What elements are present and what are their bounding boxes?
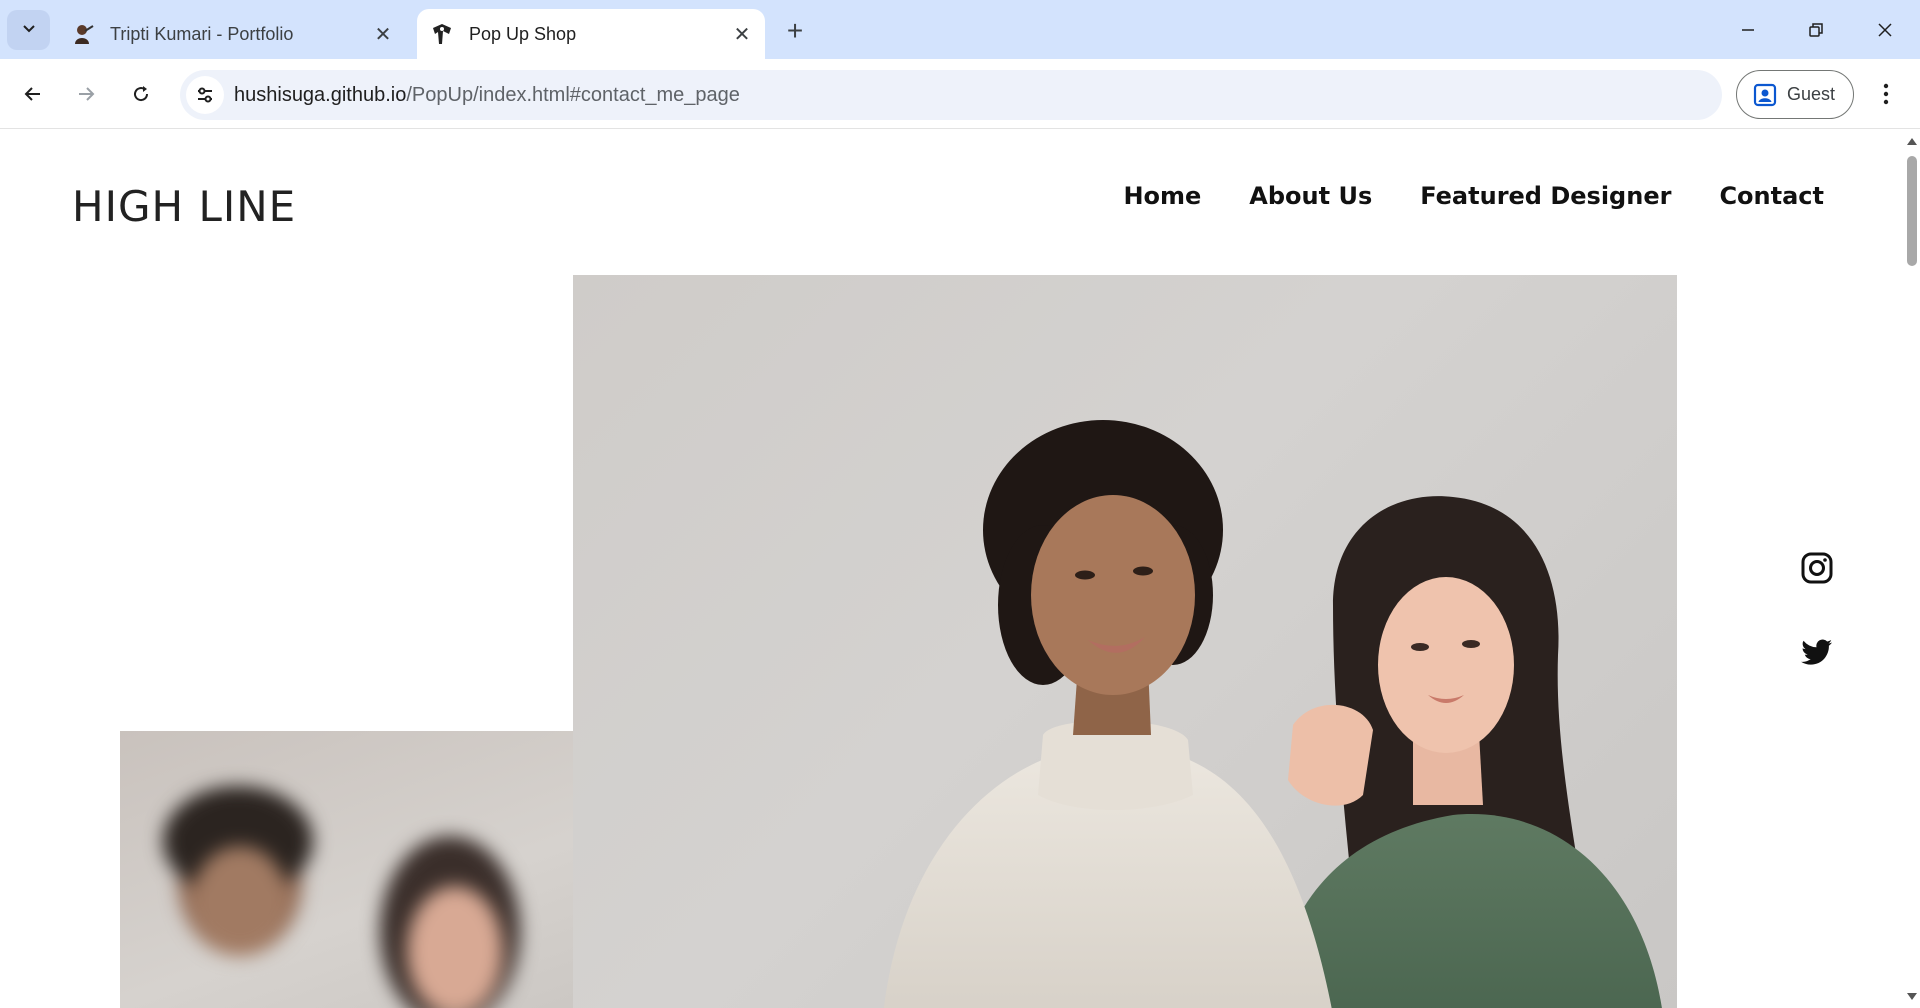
guest-profile-icon [1753,83,1777,107]
site-brand[interactable]: HIGH LINE [72,182,296,231]
nav-link-featured-designer[interactable]: Featured Designer [1420,182,1671,210]
tab-strip: Tripti Kumari - Portfolio ✕ Pop Up Shop … [0,0,1920,59]
chevron-down-icon [21,20,37,41]
profile-guest-button[interactable]: Guest [1736,70,1854,119]
url-text: hushisuga.github.io/PopUp/index.html#con… [234,84,740,107]
portrait-favicon-icon [70,21,96,47]
close-icon[interactable]: ✕ [729,21,755,47]
page-scrollbar[interactable] [1904,130,1920,1008]
more-options-icon[interactable] [1868,74,1904,114]
restore-icon[interactable] [1793,10,1839,50]
reload-icon[interactable] [121,74,161,114]
new-tab-plus-icon[interactable]: + [778,14,812,48]
hero-main-image [573,275,1677,1008]
url-host: hushisuga.github.io [234,83,407,106]
url-path: /PopUp/index.html#contact_me_page [406,83,740,106]
browser-toolbar: hushisuga.github.io/PopUp/index.html#con… [0,59,1920,129]
guest-label: Guest [1787,84,1836,104]
back-arrow-icon[interactable] [13,74,53,114]
shop-favicon-icon [429,21,455,47]
tab-title: Tripti Kumari - Portfolio [110,23,294,44]
tab-title: Pop Up Shop [469,23,577,44]
tab-portfolio[interactable]: Tripti Kumari - Portfolio ✕ [58,9,406,59]
site-settings-icon[interactable] [186,76,224,114]
nav-link-home[interactable]: Home [1123,182,1201,210]
tab-pop-up-shop[interactable]: Pop Up Shop ✕ [417,9,765,59]
twitter-icon[interactable] [1800,636,1834,670]
scroll-down-arrow-icon[interactable] [1907,993,1917,1000]
close-icon[interactable]: ✕ [370,21,396,47]
scroll-up-arrow-icon[interactable] [1907,138,1917,145]
main-nav: Home About Us Featured Designer Contact [1123,182,1824,210]
nav-link-contact[interactable]: Contact [1719,182,1824,210]
instagram-icon[interactable] [1800,551,1834,585]
forward-arrow-icon[interactable] [66,74,106,114]
address-bar[interactable]: hushisuga.github.io/PopUp/index.html#con… [180,70,1722,120]
nav-link-about-us[interactable]: About Us [1249,182,1372,210]
close-window-icon[interactable] [1862,10,1908,50]
scroll-thumb[interactable] [1907,156,1917,266]
hero-thumbnail-image [120,731,573,1008]
tab-search-button[interactable] [7,10,50,50]
page-viewport: HIGH LINE Home About Us Featured Designe… [0,130,1904,1008]
minimize-icon[interactable] [1725,10,1771,50]
